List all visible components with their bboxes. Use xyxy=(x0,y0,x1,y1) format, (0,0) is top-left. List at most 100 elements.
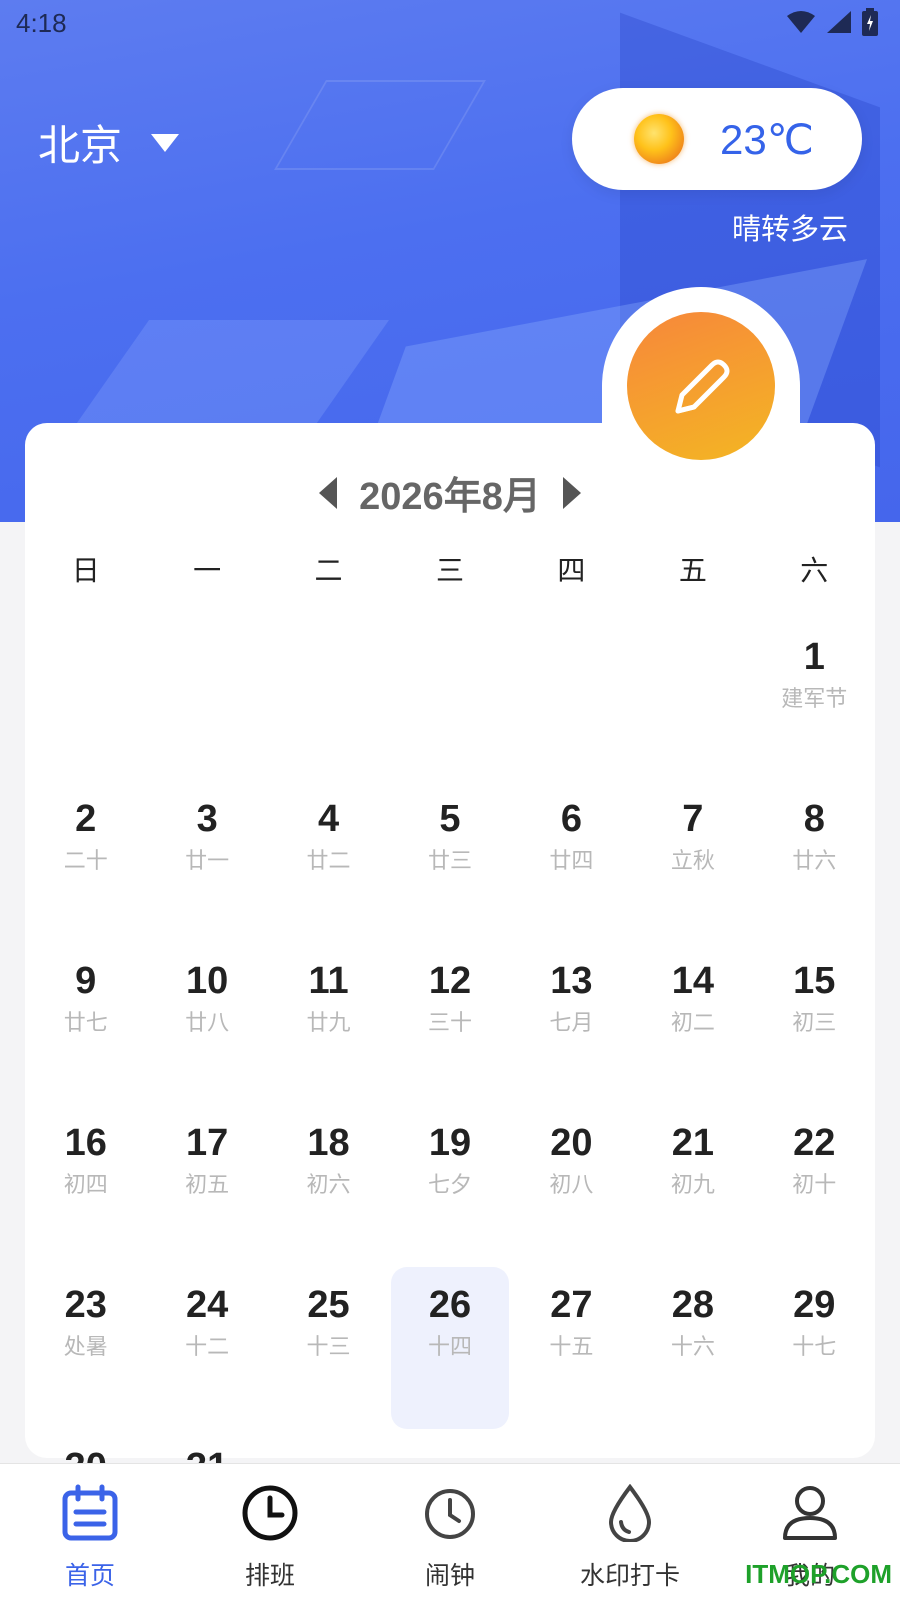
lunar-date: 初五 xyxy=(185,1173,230,1198)
clock-icon xyxy=(241,1484,299,1546)
calendar-day[interactable]: 7 立秋 xyxy=(632,781,753,943)
calendar-day[interactable]: 11 廿九 xyxy=(268,943,389,1105)
lunar-date: 初十 xyxy=(792,1173,837,1198)
day-number: 2 xyxy=(75,798,97,840)
edit-button[interactable] xyxy=(627,312,775,460)
calendar-grid: 1 建军节 2 二十 3 廿一 4 廿二 5 廿三 6 廿四 7 立秋 8 廿六 9 廿七 10 廿八 11 廿九 12 三十… xyxy=(25,619,875,1591)
nav-item-water-drop[interactable]: 水印打卡 xyxy=(540,1464,720,1600)
calendar-day[interactable]: 13 七月 xyxy=(511,943,632,1105)
calendar-day[interactable]: 20 初八 xyxy=(511,1105,632,1267)
weekday-label: 一 xyxy=(193,554,222,587)
day-number: 9 xyxy=(75,960,97,1002)
day-number: 25 xyxy=(307,1284,350,1326)
nav-item-alarm[interactable]: 闹钟 xyxy=(360,1464,540,1600)
day-number: 16 xyxy=(64,1122,107,1164)
calendar-day[interactable]: 9 廿七 xyxy=(25,943,146,1105)
calendar-day[interactable]: 17 初五 xyxy=(146,1105,267,1267)
temperature: 23℃ xyxy=(720,115,814,163)
weekday-header: 日一二三四五六 xyxy=(25,549,875,589)
calendar-day[interactable]: 4 廿二 xyxy=(268,781,389,943)
calendar-day[interactable]: 14 初二 xyxy=(632,943,753,1105)
calendar-day[interactable]: 2 二十 xyxy=(25,781,146,943)
lunar-date: 廿二 xyxy=(306,849,351,874)
watermark: ITMOP.COM xyxy=(745,1559,892,1589)
lunar-date: 二十 xyxy=(63,849,108,874)
day-number: 26 xyxy=(428,1284,472,1326)
calendar-day[interactable]: 27 十五 xyxy=(511,1267,632,1429)
day-number: 14 xyxy=(671,960,714,1002)
nav-label: 排班 xyxy=(244,1561,295,1590)
weekday-label: 二 xyxy=(314,554,343,587)
status-bar: 4:18 xyxy=(0,0,900,50)
calendar-day[interactable]: 1 建军节 xyxy=(754,619,875,781)
lunar-date: 廿四 xyxy=(549,849,594,874)
dropdown-triangle-icon xyxy=(151,133,180,152)
calendar-day[interactable]: 10 廿八 xyxy=(146,943,267,1105)
nav-label: 首页 xyxy=(64,1561,115,1590)
lunar-date: 廿八 xyxy=(185,1011,230,1036)
calendar-icon xyxy=(61,1484,119,1546)
nav-item-calendar[interactable]: 首页 xyxy=(0,1464,180,1600)
calendar-day[interactable]: 21 初九 xyxy=(632,1105,753,1267)
nav-item-clock[interactable]: 排班 xyxy=(180,1464,360,1600)
day-number: 10 xyxy=(185,960,229,1002)
month-navigation: 2026年8月 xyxy=(25,465,875,520)
calendar-day[interactable]: 29 十七 xyxy=(754,1267,875,1429)
lunar-date: 十七 xyxy=(792,1335,837,1360)
day-number: 27 xyxy=(550,1284,593,1326)
day-number: 24 xyxy=(185,1284,229,1326)
lunar-date: 初三 xyxy=(792,1011,837,1036)
day-number: 6 xyxy=(560,798,582,840)
calendar-day[interactable]: 23 处暑 xyxy=(25,1267,146,1429)
next-month-icon[interactable] xyxy=(562,476,581,509)
status-icons xyxy=(786,8,878,36)
prev-month-icon[interactable] xyxy=(319,476,338,509)
calendar-empty-cell xyxy=(25,619,146,781)
lunar-date: 七夕 xyxy=(427,1173,472,1198)
lunar-date: 三十 xyxy=(427,1011,472,1036)
calendar-day[interactable]: 8 廿六 xyxy=(754,781,875,943)
calendar-empty-cell xyxy=(268,619,389,781)
day-number: 29 xyxy=(793,1284,836,1326)
calendar-day[interactable]: 5 廿三 xyxy=(389,781,510,943)
lunar-date: 廿九 xyxy=(306,1011,351,1036)
month-title[interactable]: 2026年8月 xyxy=(359,465,541,520)
day-number: 28 xyxy=(671,1284,714,1326)
lunar-date: 廿一 xyxy=(185,849,230,874)
calendar-day[interactable]: 18 初六 xyxy=(268,1105,389,1267)
calendar-day[interactable]: 6 廿四 xyxy=(511,781,632,943)
lunar-date: 廿六 xyxy=(792,849,837,874)
calendar-day[interactable]: 16 初四 xyxy=(25,1105,146,1267)
calendar-day[interactable]: 15 初三 xyxy=(754,943,875,1105)
calendar-day[interactable]: 3 廿一 xyxy=(146,781,267,943)
calendar-day[interactable]: 24 十二 xyxy=(146,1267,267,1429)
nav-label: 水印打卡 xyxy=(579,1561,680,1590)
calendar-day[interactable]: 12 三十 xyxy=(389,943,510,1105)
calendar-day[interactable]: 25 十三 xyxy=(268,1267,389,1429)
lunar-date: 七月 xyxy=(549,1011,594,1036)
lunar-date: 建军节 xyxy=(781,687,848,712)
lunar-date: 初八 xyxy=(549,1173,594,1198)
day-number: 4 xyxy=(317,798,340,840)
day-number: 17 xyxy=(185,1122,229,1164)
city-name: 北京 xyxy=(38,121,123,170)
pencil-icon xyxy=(675,359,730,414)
weekday-label: 五 xyxy=(678,554,707,587)
weather-description: 晴转多云 xyxy=(731,212,848,246)
alarm-icon xyxy=(421,1484,479,1546)
calendar-day[interactable]: 22 初十 xyxy=(754,1105,875,1267)
weather-widget[interactable]: 23℃ xyxy=(572,88,862,190)
day-number: 23 xyxy=(64,1284,107,1326)
calendar-day[interactable]: 19 七夕 xyxy=(389,1105,510,1267)
lunar-date: 初九 xyxy=(670,1173,715,1198)
calendar-day[interactable]: 28 十六 xyxy=(632,1267,753,1429)
day-number: 20 xyxy=(550,1122,593,1164)
lunar-date: 十二 xyxy=(185,1335,230,1360)
lunar-date: 十三 xyxy=(306,1335,351,1360)
calendar-day-today[interactable]: 26 十四 xyxy=(391,1267,509,1429)
day-number: 13 xyxy=(550,960,593,1002)
lunar-date: 廿七 xyxy=(63,1011,108,1036)
lunar-date: 廿三 xyxy=(427,849,472,874)
city-selector[interactable]: 北京 xyxy=(38,112,180,173)
lunar-date: 十六 xyxy=(670,1335,715,1360)
